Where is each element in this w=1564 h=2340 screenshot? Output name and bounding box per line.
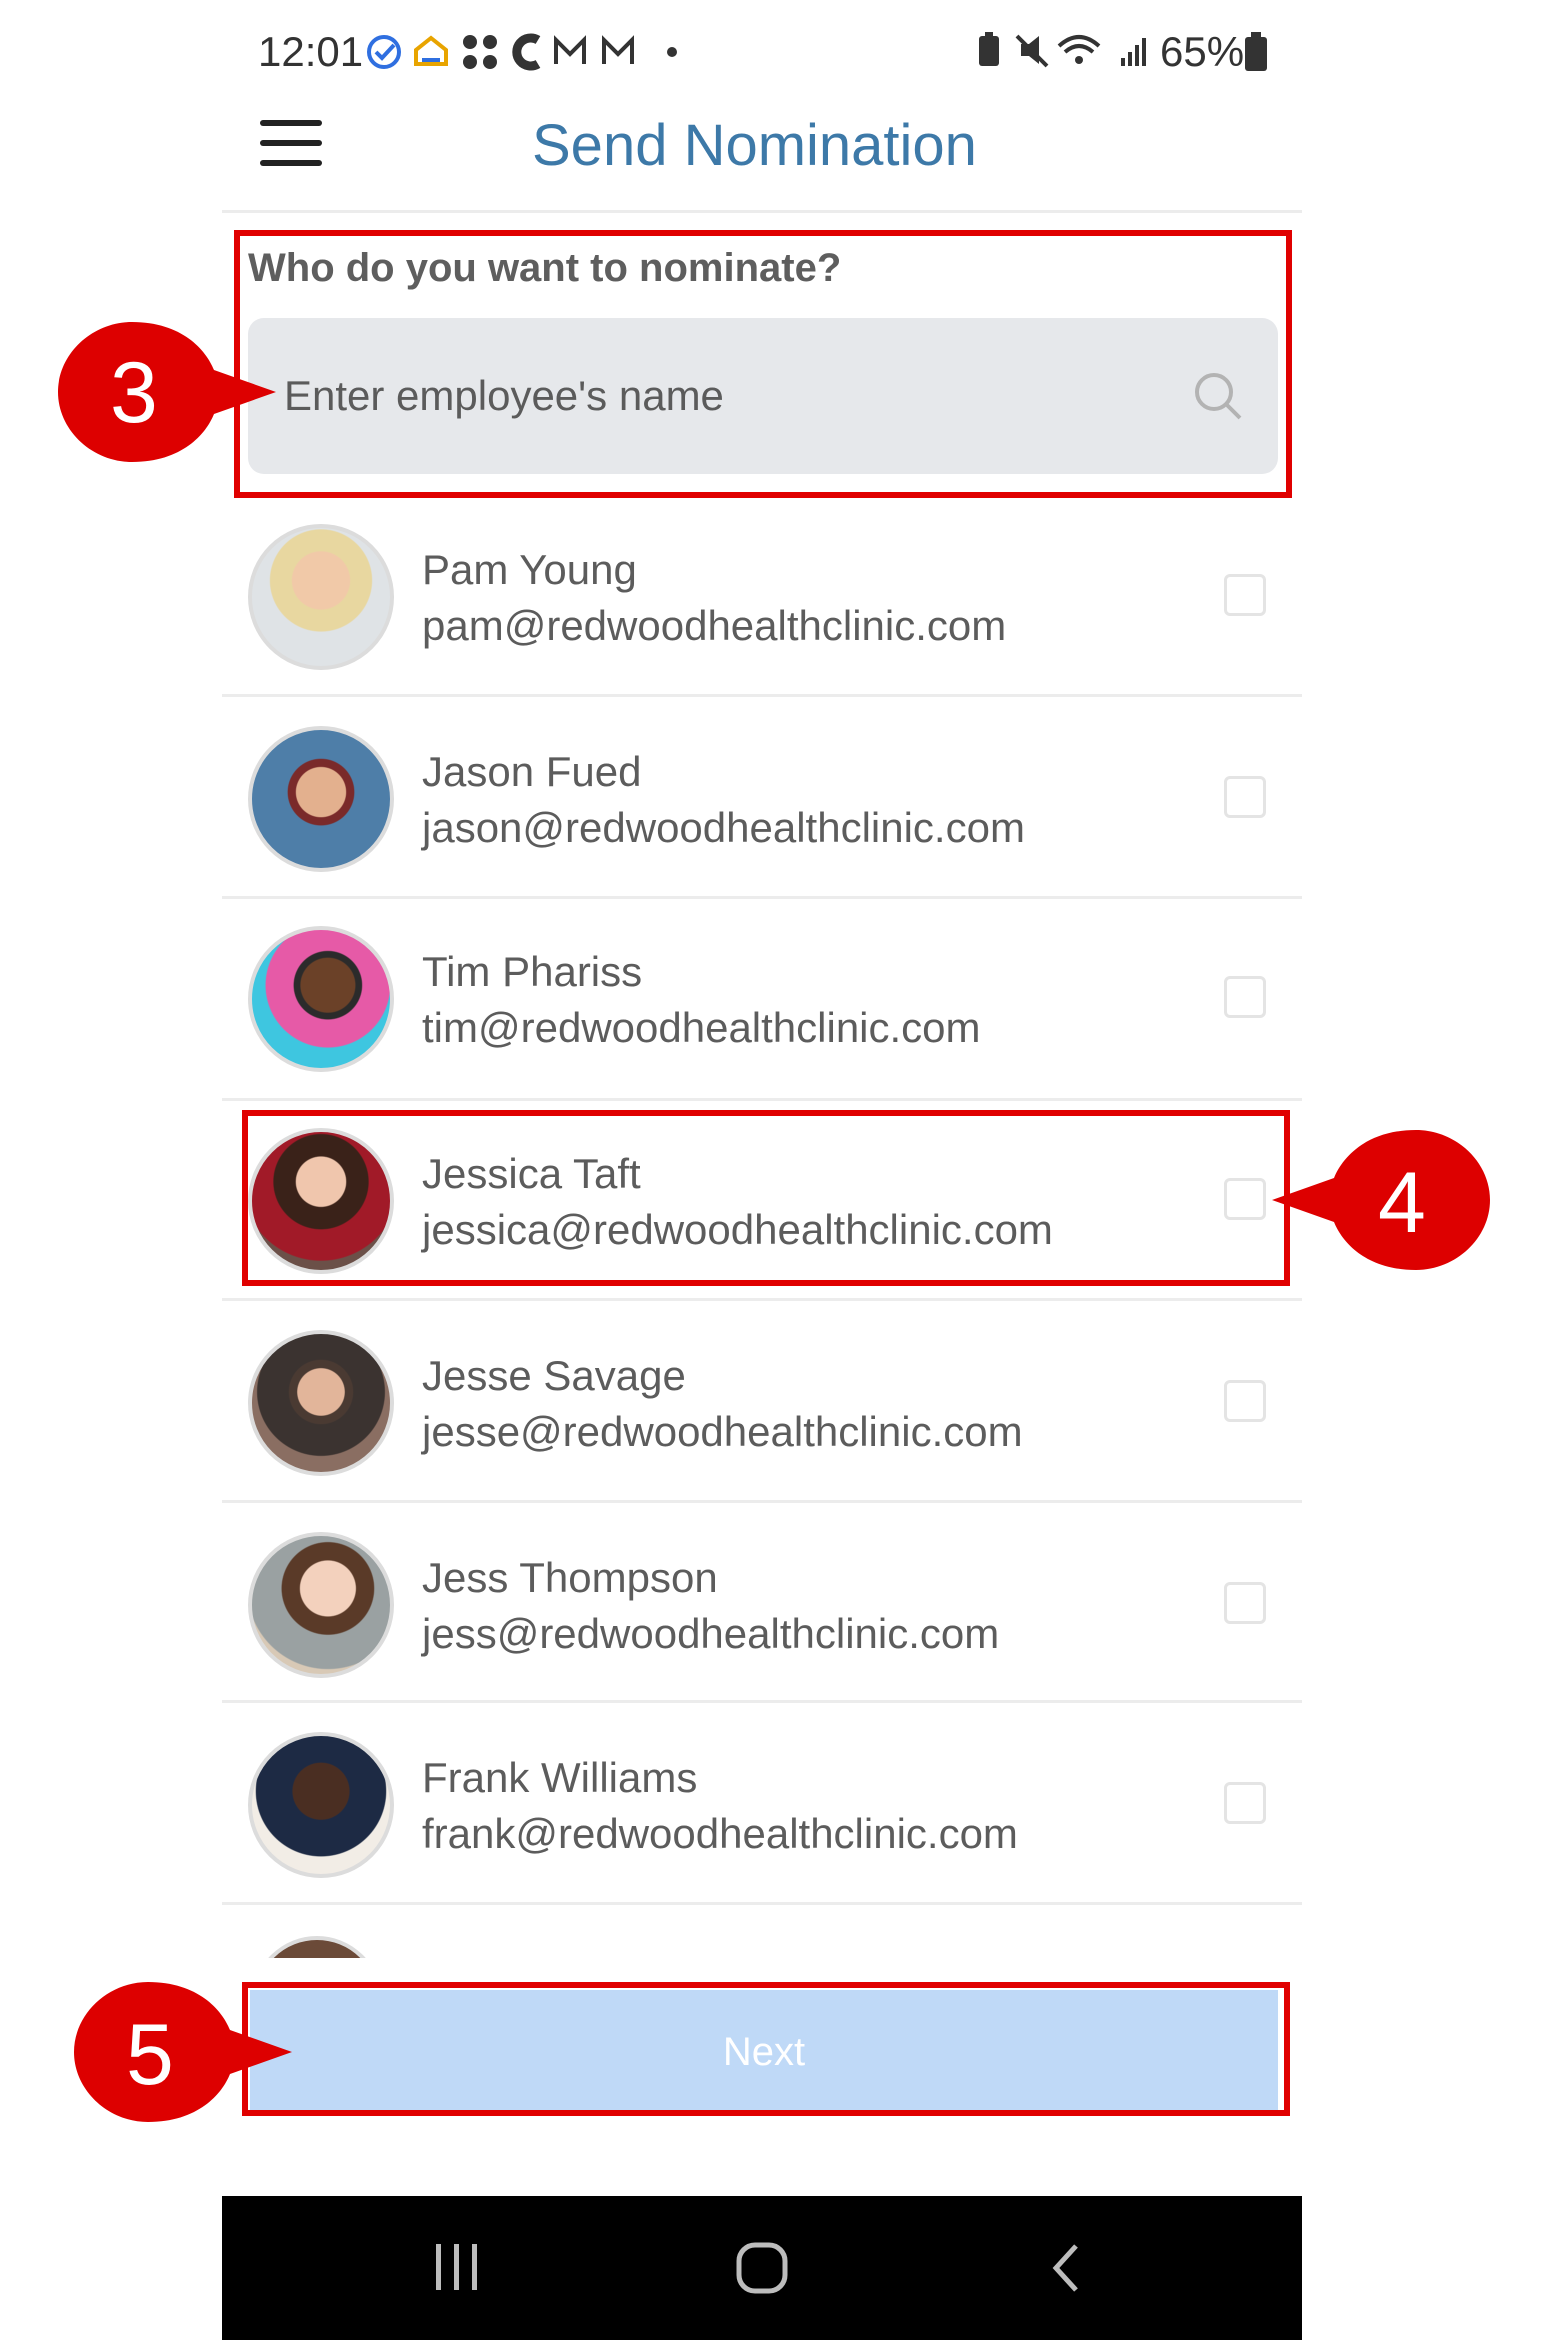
list-item[interactable]: Frank Williams frank@redwoodhealthclinic… (222, 1718, 1302, 1898)
highlight-box-jessica (242, 1110, 1290, 1286)
employee-name: Pam Young (422, 546, 637, 593)
callout-3-number: 3 (110, 345, 158, 441)
row-divider (222, 1098, 1302, 1101)
list-item[interactable]: Jess Thompson jess@redwoodhealthclinic.c… (222, 1518, 1302, 1698)
home-button-icon[interactable] (734, 2240, 790, 2296)
avatar (248, 926, 394, 1072)
employee-email: jess@redwoodhealthclinic.com (422, 1610, 1000, 1657)
avatar (252, 1936, 382, 1958)
callout-5-marker (74, 1982, 292, 2122)
employee-email: pam@redwoodhealthclinic.com (422, 602, 1007, 649)
avatar (248, 524, 394, 670)
select-checkbox[interactable] (1224, 976, 1266, 1018)
select-checkbox[interactable] (1224, 1582, 1266, 1624)
highlight-box-next (242, 1982, 1290, 2116)
employee-name: Jesse Savage (422, 1352, 686, 1399)
avatar (248, 726, 394, 872)
avatar (248, 1732, 394, 1878)
employee-email: jason@redwoodhealthclinic.com (422, 804, 1025, 851)
list-item[interactable]: Pam Young pam@redwoodhealthclinic.com (222, 510, 1302, 690)
employee-email: tim@redwoodhealthclinic.com (422, 1004, 981, 1051)
callout-3-marker (58, 322, 276, 462)
row-divider (222, 694, 1302, 697)
list-item[interactable]: Jesse Savage jesse@redwoodhealthclinic.c… (222, 1316, 1302, 1496)
select-checkbox[interactable] (1224, 1782, 1266, 1824)
list-item[interactable]: Jason Fued jason@redwoodhealthclinic.com (222, 712, 1302, 892)
back-icon[interactable] (1046, 2240, 1086, 2296)
list-item[interactable]: Tim Phariss tim@redwoodhealthclinic.com (222, 912, 1302, 1092)
row-divider (222, 1298, 1302, 1301)
avatar (248, 1532, 394, 1678)
employee-name: Jason Fued (422, 748, 642, 795)
select-checkbox[interactable] (1224, 1380, 1266, 1422)
recent-apps-icon[interactable] (432, 2240, 482, 2296)
avatar (248, 1330, 394, 1476)
employee-name: Jess Thompson (422, 1554, 718, 1601)
system-nav-bar (222, 2196, 1302, 2340)
employee-email: frank@redwoodhealthclinic.com (422, 1810, 1018, 1857)
employee-email: jesse@redwoodhealthclinic.com (422, 1408, 1023, 1455)
row-divider (222, 896, 1302, 899)
employee-name: Tim Phariss (422, 948, 643, 995)
select-checkbox[interactable] (1224, 574, 1266, 616)
select-checkbox[interactable] (1224, 776, 1266, 818)
callout-5-number: 5 (126, 2007, 174, 2103)
row-divider (222, 1700, 1302, 1703)
callout-4-number: 4 (1378, 1155, 1426, 1251)
employee-name: Frank Williams (422, 1754, 698, 1801)
row-divider (222, 1902, 1302, 1905)
highlight-box-search (234, 230, 1292, 498)
row-divider (222, 1500, 1302, 1503)
